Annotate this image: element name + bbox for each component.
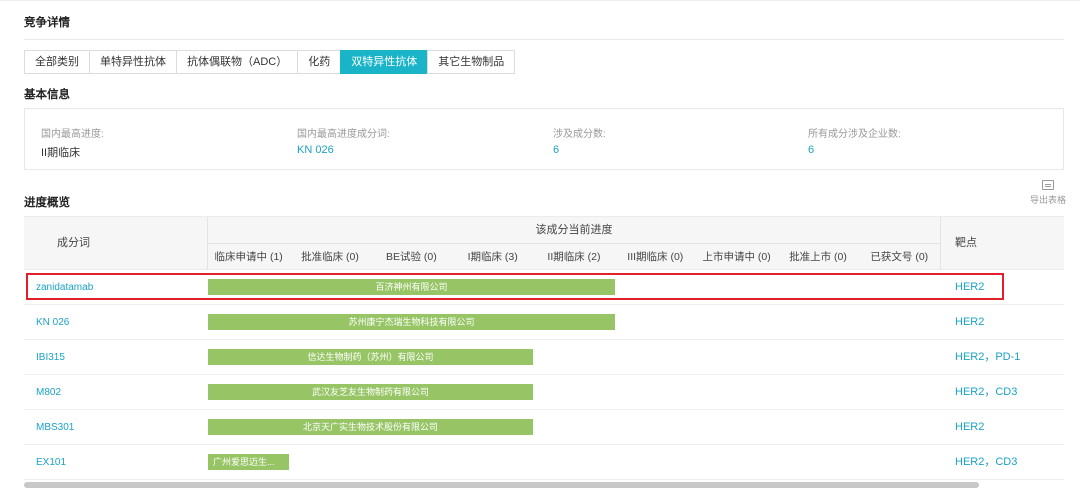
column-header-progress: 该成分当前进度 (208, 217, 940, 244)
tab-bispecific-antibody[interactable]: 双特异性抗体 (340, 50, 429, 74)
target-link[interactable]: HER2，PD-1 (955, 340, 1020, 375)
basic-info-panel: 国内最高进度: II期临床 国内最高进度成分词: KN 026 涉及成分数: 6… (24, 108, 1064, 170)
table-header: 成分词 该成分当前进度 临床申请中 (1) 批准临床 (0) BE试验 (0) … (24, 216, 1064, 270)
info-value-link[interactable]: KN 026 (297, 144, 390, 156)
component-link[interactable]: IBI315 (36, 340, 65, 375)
stage-header: BE试验 (0) (385, 251, 437, 263)
component-link[interactable]: EX101 (36, 445, 66, 480)
column-header-component: 成分词 (24, 217, 208, 270)
top-divider (0, 0, 1080, 1)
progress-bar[interactable]: 北京天广实生物技术股份有限公司 (208, 419, 533, 435)
info-value-link[interactable]: 6 (808, 144, 901, 156)
horizontal-scrollbar[interactable] (24, 482, 979, 488)
stage-header: III期临床 (0) (627, 251, 684, 263)
info-component-count: 涉及成分数: 6 (553, 125, 606, 156)
column-header-target: 靶点 (940, 217, 1064, 270)
progress-bar[interactable]: 百济神州有限公司 (208, 279, 615, 295)
progress-table: 成分词 该成分当前进度 临床申请中 (1) 批准临床 (0) BE试验 (0) … (24, 216, 1064, 480)
info-label: 国内最高进度成分词: (297, 129, 390, 140)
table-row: MBS301 北京天广实生物技术股份有限公司 HER2 (24, 410, 1064, 445)
tab-adc[interactable]: 抗体偶联物（ADC） (176, 50, 299, 74)
table-row: EX101 广州爱思迈生... HER2，CD3 (24, 445, 1064, 480)
table-row: IBI315 信达生物制药（苏州）有限公司 HER2，PD-1 (24, 340, 1064, 375)
progress-bar[interactable]: 信达生物制药（苏州）有限公司 (208, 349, 533, 365)
target-link[interactable]: HER2 (955, 410, 984, 445)
tab-monospecific-antibody[interactable]: 单特异性抗体 (89, 50, 177, 74)
title-divider (24, 39, 1064, 40)
progress-bar[interactable]: 苏州康宁杰瑞生物科技有限公司 (208, 314, 615, 330)
section-title-basic-info: 基本信息 (24, 89, 70, 101)
competition-detail-page: 竞争详情 全部类别 单特异性抗体 抗体偶联物（ADC） 化药 双特异性抗体 其它… (0, 0, 1080, 492)
export-label: 导出表格 (1029, 195, 1066, 205)
info-highest-stage: 国内最高进度: II期临床 (41, 125, 104, 160)
table-row: zanidatamab 百济神州有限公司 HER2 (24, 270, 1064, 305)
table-export-icon (1042, 180, 1054, 190)
tab-all[interactable]: 全部类别 (24, 50, 90, 74)
target-link[interactable]: HER2 (955, 305, 984, 340)
info-label: 国内最高进度: (41, 129, 104, 140)
target-link[interactable]: HER2，CD3 (955, 445, 1017, 480)
table-row: KN 026 苏州康宁杰瑞生物科技有限公司 HER2 (24, 305, 1064, 340)
progress-bar[interactable]: 广州爱思迈生... (208, 454, 289, 470)
info-company-count: 所有成分涉及企业数: 6 (808, 125, 901, 156)
export-table-button[interactable]: 导出表格 (1028, 180, 1068, 206)
table-row: M802 武汉友芝友生物制药有限公司 HER2，CD3 (24, 375, 1064, 410)
section-title-progress: 进度概览 (24, 197, 70, 209)
stage-header: 批准上市 (0) (789, 251, 847, 263)
component-link[interactable]: KN 026 (36, 305, 69, 340)
info-value: II期临床 (41, 147, 81, 159)
component-link[interactable]: MBS301 (36, 410, 74, 445)
stage-header: 已获文号 (0) (870, 251, 929, 263)
tab-other-biologics[interactable]: 其它生物制品 (427, 50, 516, 74)
section-title-competition: 竞争详情 (24, 17, 70, 29)
info-value-link[interactable]: 6 (553, 144, 606, 156)
component-link[interactable]: zanidatamab (36, 270, 93, 305)
info-highest-component: 国内最高进度成分词: KN 026 (297, 125, 390, 156)
stage-header: 批准临床 (0) (301, 251, 359, 263)
stage-headers: 临床申请中 (1) 批准临床 (0) BE试验 (0) I期临床 (3) II期… (208, 244, 940, 270)
info-label: 所有成分涉及企业数: (808, 129, 901, 140)
target-link[interactable]: HER2 (955, 270, 984, 305)
stage-header: 上市申请中 (0) (702, 251, 771, 263)
component-link[interactable]: M802 (36, 375, 61, 410)
tab-chemical-drug[interactable]: 化药 (297, 50, 342, 74)
category-tabs: 全部类别 单特异性抗体 抗体偶联物（ADC） 化药 双特异性抗体 其它生物制品 (24, 50, 516, 74)
stage-header: 临床申请中 (1) (214, 251, 283, 263)
progress-bar[interactable]: 武汉友芝友生物制药有限公司 (208, 384, 533, 400)
target-link[interactable]: HER2，CD3 (955, 375, 1017, 410)
stage-header: II期临床 (2) (547, 251, 601, 263)
info-label: 涉及成分数: (553, 129, 606, 140)
stage-header: I期临床 (3) (467, 251, 518, 263)
